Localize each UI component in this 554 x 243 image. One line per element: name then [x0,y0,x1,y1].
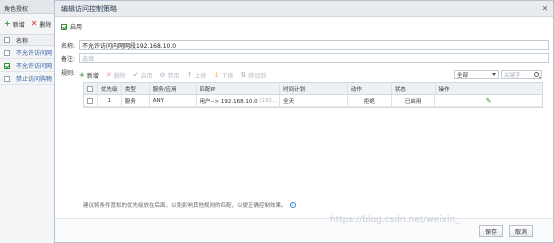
header-checkbox-cell [84,83,98,94]
hint-text: 建议将条件宽松的优先级放在后面，以免影响其他规则的匹配，以便正确控制效果。 i [83,201,296,209]
table-row[interactable]: 1 服务 ANY 用户--> 192.168.10.0 (192... 全天 拒… [84,95,542,107]
panel-add-button[interactable]: + 新增 [4,20,25,29]
rule-up-button[interactable]: ↑ 上移 [187,71,207,80]
rule-delete-button[interactable]: ✕ 删除 [106,71,126,80]
select-all-checkbox[interactable] [87,85,93,92]
cell-priority: 1 [98,95,122,106]
panel-list-item[interactable]: 不允许访问网 [0,47,60,59]
remark-row: 备注: 选填 [61,53,549,63]
search-icon[interactable] [534,72,539,77]
cell-service: ANY [150,95,197,106]
panel-delete-button[interactable]: ✕ 删除 [31,20,52,29]
search-input[interactable]: 关键字 [501,70,542,79]
row-checkbox[interactable] [4,49,10,56]
close-icon[interactable]: ✕ [537,1,553,17]
save-button[interactable]: 保存 [479,225,503,237]
rules-label: 规则: [61,70,76,77]
table-header: 优先级 类型 服务/应用 匹配IP 时间计划 动作 状态 操作 [84,83,542,95]
plus-icon: + [79,70,85,79]
col-match-ip: 匹配IP [197,83,281,94]
rules-row: 规则: [61,68,79,77]
col-priority: 优先级 [98,83,122,94]
rules-table: 优先级 类型 服务/应用 匹配IP 时间计划 动作 状态 操作 1 服务 ANY… [83,82,543,108]
select-all-checkbox[interactable] [4,37,10,43]
enable-checkbox[interactable] [61,23,67,30]
rule-down-button[interactable]: ↓ 下移 [213,71,233,80]
row-checkbox[interactable] [4,62,10,69]
row-checkbox-cell [84,95,98,106]
filter-select[interactable]: 全部 [454,70,499,79]
name-input[interactable]: 不允许访问内网网段192.168.10.0 [79,40,549,50]
col-status: 状态 [392,83,436,94]
cell-status: 已启用 [392,95,436,106]
info-icon[interactable]: i [289,202,296,208]
remark-label: 备注: [61,55,76,63]
row-checkbox[interactable] [4,75,10,82]
remark-input[interactable]: 选填 [79,53,549,63]
cell-action: 拒绝 [348,95,392,106]
dialog-title: 编辑访问控制策略 [61,4,117,13]
rule-add-button[interactable]: + 新增 [79,71,99,80]
edit-icon[interactable]: ✎ [486,97,492,105]
arrow-up-icon: ↑ [186,70,193,79]
rule-move-button[interactable]: ⇅ 移动到 [240,71,266,80]
dialog-titlebar: 编辑访问控制策略 ✕ [55,1,553,17]
dialog-footer: 保存 取消 [55,218,553,242]
ban-icon: ⊘ [159,70,166,79]
row-checkbox[interactable] [87,97,93,104]
watermark-text: https://blog.csdn.net/weixin_ [330,215,460,225]
panel-toolbar: + 新增 ✕ 删除 [0,16,60,32]
col-type: 类型 [122,83,150,94]
panel-list-item[interactable]: 不允许访问网 [0,60,60,72]
name-label: 名称: [61,42,76,50]
move-icon: ⇅ [240,70,247,79]
plus-icon: + [4,19,11,28]
col-service: 服务/应用 [150,83,197,94]
col-schedule: 时间计划 [280,83,348,94]
check-icon: ✔ [132,70,139,79]
cell-match-ip: 用户--> 192.168.10.0 (192... [197,95,281,106]
name-row: 名称: 不允许访问内网网段192.168.10.0 [61,40,549,50]
rule-enable-button[interactable]: ✔ 启用 [133,71,153,80]
panel-table-header: 名称 [0,34,60,46]
cancel-button[interactable]: 取消 [509,225,533,237]
panel-list-item[interactable]: 禁止访问购物 [0,73,60,85]
arrow-down-icon: ↓ [213,70,220,79]
cell-schedule: 全天 [280,95,348,106]
panel-title: 角色授权 [0,0,60,14]
cell-type: 服务 [122,95,150,106]
delete-icon: ✕ [105,70,112,79]
col-operation: 操作 [438,86,450,93]
col-action: 动作 [348,83,392,94]
enable-toggle[interactable]: 启用 [61,22,82,31]
delete-icon: ✕ [30,19,38,28]
chevron-down-icon [492,73,496,76]
edit-policy-dialog: 编辑访问控制策略 ✕ 启用 名称: 不允许访问内网网段192.168.10.0 … [54,0,554,243]
rule-disable-button[interactable]: ⊘ 禁用 [160,71,180,80]
cell-operation: ✎ [435,95,542,106]
